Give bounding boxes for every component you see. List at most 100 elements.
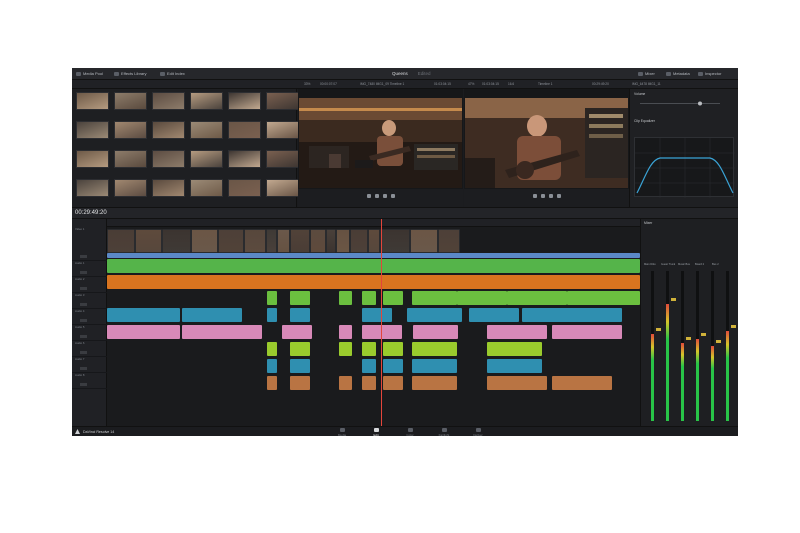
effects-library-button[interactable]: Effects Library [114,71,147,76]
play-icon[interactable] [382,194,387,198]
source-clip-name[interactable]: IMG_7480 IMG1_09 Timeline 1 [360,82,404,86]
audio-clip[interactable] [267,376,277,390]
media-clip-thumbnail[interactable] [228,179,261,206]
audio-clip[interactable] [383,342,403,356]
media-clip-thumbnail[interactable] [190,179,223,206]
media-clip-thumbnail[interactable] [152,92,185,119]
track-mute-button[interactable] [80,351,87,354]
media-clip-thumbnail[interactable] [114,92,147,119]
timeline-ruler[interactable] [107,219,640,227]
audio-clip[interactable] [107,308,180,322]
track-mute-button[interactable] [80,383,87,386]
media-clip-thumbnail[interactable] [190,92,223,119]
video-clip[interactable] [368,229,380,253]
video-clip[interactable] [438,229,460,253]
audio-clip[interactable] [487,376,547,390]
audio-clip[interactable] [290,359,310,373]
track-header[interactable]: Audio 4 [72,309,107,325]
audio-clip[interactable] [339,342,352,356]
media-clip-thumbnail[interactable] [228,121,261,148]
video-clip[interactable] [135,229,162,253]
eq-curve-graph[interactable] [634,137,735,198]
video-clip[interactable] [290,229,310,253]
audio-clip[interactable] [383,291,403,305]
media-clip-thumbnail[interactable] [152,179,185,206]
audio-clip[interactable] [182,308,242,322]
track-header[interactable]: Audio 3 [72,293,107,309]
source-zoom[interactable]: 33% [304,82,310,86]
track-mute-button[interactable] [80,303,87,306]
audio-clip[interactable] [487,342,542,356]
page-tab-edit[interactable]: Edit [366,428,386,436]
video-clip[interactable] [380,229,410,253]
audio-clip[interactable] [182,325,262,339]
page-tab-deliver[interactable]: Deliver [468,428,488,436]
audio-clip[interactable] [383,376,403,390]
audio-clip[interactable] [567,291,640,305]
audio-clip[interactable] [412,291,457,305]
track-mute-button[interactable] [80,335,87,338]
audio-clip[interactable] [362,342,376,356]
audio-clip[interactable] [487,359,542,373]
audio-clip[interactable] [339,291,352,305]
timeline-area[interactable] [107,219,640,426]
media-clip-thumbnail[interactable] [190,150,223,177]
audio-clip[interactable] [552,325,622,339]
track-header[interactable]: Video 1 [72,227,107,261]
media-clip-thumbnail[interactable] [76,150,109,177]
fader-knob[interactable] [716,340,721,343]
video-clip[interactable] [336,229,350,253]
rewind-icon[interactable] [366,194,371,198]
forward-icon[interactable] [556,194,561,198]
media-clip-thumbnail[interactable] [266,150,299,177]
media-clip-thumbnail[interactable] [76,92,109,119]
track-header[interactable]: Audio 1 [72,261,107,277]
media-clip-thumbnail[interactable] [76,179,109,206]
audio-clip[interactable] [362,291,376,305]
metadata-button[interactable]: Metadata [666,71,690,76]
media-clip-thumbnail[interactable] [114,150,147,177]
audio-clip[interactable] [487,325,547,339]
mixer-button[interactable]: Mixer [638,71,655,76]
audio-clip[interactable] [267,291,277,305]
audio-clip[interactable] [290,342,310,356]
audio-clip[interactable] [457,291,507,305]
media-clip-thumbnail[interactable] [228,150,261,177]
video-clip[interactable] [310,229,326,253]
fader-knob[interactable] [731,325,736,328]
inspector-volume-label[interactable]: Volume [634,92,645,96]
track-mute-button[interactable] [80,367,87,370]
stop-icon[interactable] [540,194,545,198]
audio-clip[interactable] [413,325,458,339]
media-clip-thumbnail[interactable] [114,121,147,148]
inspector-button[interactable]: Inspector [698,71,721,76]
timeline-frame[interactable] [465,98,628,188]
audio-clip[interactable] [267,342,277,356]
audio-clip[interactable] [290,291,310,305]
audio-clip[interactable] [383,359,403,373]
video-clip[interactable] [277,229,290,253]
media-clip-thumbnail[interactable] [152,121,185,148]
video-clip[interactable] [326,229,336,253]
timeline-zoom[interactable]: 47% [468,82,474,86]
audio-clip[interactable] [267,359,277,373]
media-pool-button[interactable]: Media Pool [76,71,103,76]
audio-clip[interactable] [552,376,612,390]
fader-knob[interactable] [701,332,706,336]
audio-clip[interactable] [282,325,312,339]
track-header[interactable]: Audio 5 [72,325,107,341]
video-clip[interactable] [244,229,266,253]
video-clip[interactable] [218,229,244,253]
media-clip-thumbnail[interactable] [266,179,299,206]
page-tab-fairlight[interactable]: Fairlight [434,428,454,436]
audio-clip[interactable] [339,376,352,390]
audio-clip[interactable] [339,325,352,339]
audio-clip[interactable] [290,376,310,390]
media-clip-thumbnail[interactable] [228,92,261,119]
audio-clip[interactable] [362,325,402,339]
audio-clip[interactable] [412,342,457,356]
timeline-name[interactable]: Timeline 1 [538,82,553,86]
video-clip[interactable] [266,229,277,253]
track-mute-button[interactable] [80,287,87,290]
audio-clip[interactable] [362,308,392,322]
